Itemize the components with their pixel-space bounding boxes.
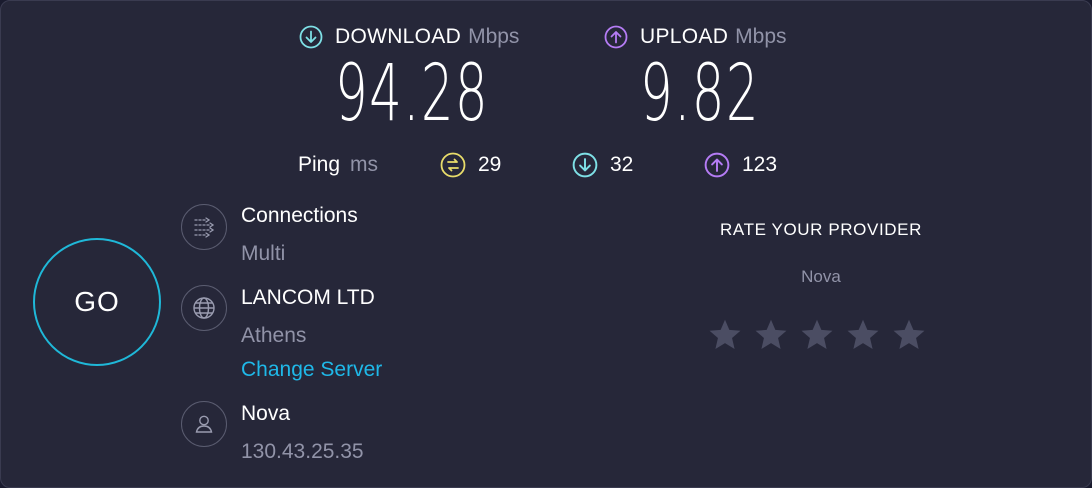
download-unit: Mbps — [468, 25, 520, 48]
arrow-down-circle-icon — [572, 152, 598, 178]
upload-header: UPLOAD Mbps — [604, 25, 787, 49]
star-rating — [707, 317, 927, 353]
upload-label: UPLOAD — [640, 25, 729, 48]
upload-value: 9.82 — [640, 49, 760, 139]
star-icon[interactable] — [891, 317, 927, 353]
ping-label-group: Ping ms — [298, 153, 378, 177]
jitter-icon — [440, 152, 466, 178]
ping-label: Ping — [298, 153, 341, 176]
globe-icon — [181, 285, 227, 331]
download-label: DOWNLOAD — [335, 25, 462, 48]
change-server-link[interactable]: Change Server — [241, 358, 382, 382]
user-icon — [181, 401, 227, 447]
star-icon[interactable] — [845, 317, 881, 353]
provider-ip: 130.43.25.35 — [241, 440, 364, 463]
star-icon[interactable] — [753, 317, 789, 353]
ping-download: 32 — [572, 152, 633, 178]
ping-upload: 123 — [704, 152, 777, 178]
download-value: 94.28 — [335, 49, 489, 139]
ping-download-value: 32 — [610, 153, 634, 176]
connections-value[interactable]: Multi — [241, 242, 285, 266]
ping-idle-value: 29 — [478, 153, 502, 176]
connections-title: Connections — [241, 204, 358, 227]
go-button[interactable]: GO — [33, 238, 161, 366]
ping-idle: 29 — [440, 152, 501, 178]
star-icon[interactable] — [707, 317, 743, 353]
upload-unit: Mbps — [735, 25, 787, 48]
star-icon[interactable] — [799, 317, 835, 353]
connections-icon[interactable] — [181, 204, 227, 250]
provider-title: Nova — [241, 402, 291, 425]
server-location: Athens — [241, 324, 307, 347]
arrow-up-circle-icon — [704, 152, 730, 178]
arrow-up-circle-icon — [604, 25, 628, 49]
speedtest-panel: DOWNLOAD Mbps 94.28 UPLOAD Mbps 9.82 Pin… — [0, 0, 1092, 488]
server-title: LANCOM LTD — [241, 286, 375, 309]
arrow-down-circle-icon — [299, 25, 323, 49]
download-header: DOWNLOAD Mbps — [299, 25, 519, 49]
ping-upload-value: 123 — [742, 153, 778, 176]
rate-provider-title: RATE YOUR PROVIDER — [720, 220, 922, 239]
rate-provider-isp: Nova — [801, 267, 841, 286]
ping-unit: ms — [350, 153, 379, 176]
